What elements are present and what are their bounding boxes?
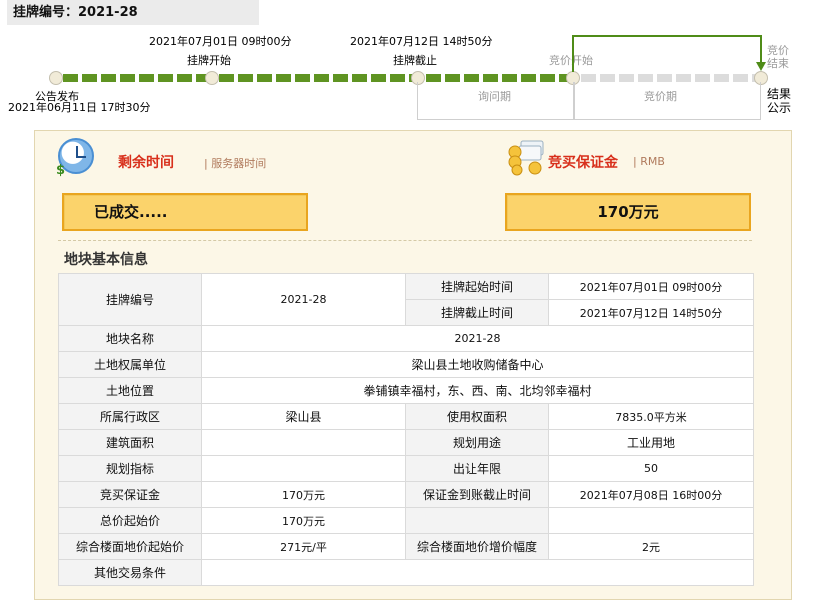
empty-value <box>548 507 754 534</box>
other-conditions-value <box>201 559 754 586</box>
start-price-label: 总价起始价 <box>58 507 202 534</box>
table-row: 其他交易条件 <box>58 559 754 586</box>
table-row: 所属行政区 梁山县 使用权面积 7835.0平方米 <box>58 403 754 430</box>
timeline-segment-inquiry <box>426 74 572 82</box>
timeline-segment-announce <box>63 74 210 82</box>
district-label: 所属行政区 <box>58 403 202 430</box>
server-time-label: | 服务器时间 <box>204 157 267 170</box>
deposit-amount-box: 170万元 <box>505 193 751 231</box>
listing-start-label: 挂牌开始 <box>187 54 231 67</box>
table-row: 竞买保证金 170万元 保证金到账截止时间 2021年07月08日 16时00分 <box>58 481 754 508</box>
other-conditions-label: 其他交易条件 <box>58 559 202 586</box>
table-row: 总价起始价 170万元 <box>58 507 754 534</box>
table-row: 综合楼面地价起始价 271元/平 综合楼面地价增价幅度 2元 <box>58 533 754 560</box>
listing-number-header: 挂牌编号：2021-28 <box>7 0 259 25</box>
building-area-value <box>201 429 406 456</box>
table-row: 土地位置 拳铺镇幸福村，东、西、南、北均邻幸福村 <box>58 377 754 404</box>
listing-no-value: 2021-28 <box>201 273 406 326</box>
plan-index-value <box>201 455 406 482</box>
listing-start-label: 挂牌起始时间 <box>405 273 549 300</box>
auction-status-box: 已成交..... <box>62 193 308 231</box>
parcel-name-label: 地块名称 <box>58 325 202 352</box>
building-area-label: 建筑面积 <box>58 429 202 456</box>
location-value: 拳铺镇幸福村，东、西、南、北均邻幸福村 <box>201 377 754 404</box>
table-row: 土地权属单位 梁山县土地收购储备中心 <box>58 351 754 378</box>
usage-value: 工业用地 <box>548 429 754 456</box>
table-row: 挂牌编号 2021-28 挂牌起始时间 2021年07月01日 09时00分 <box>58 273 754 326</box>
remaining-time-title: 剩余时间 <box>118 155 174 171</box>
progress-connector-up <box>572 35 574 72</box>
listing-start-time: 2021年07月01日 09时00分 <box>149 35 292 48</box>
listing-end-label: 挂牌截止时间 <box>405 299 549 326</box>
deposit-deadline-label: 保证金到账截止时间 <box>405 481 549 508</box>
bid-start-label: 竞价开始 <box>549 54 593 67</box>
area-label: 使用权面积 <box>405 403 549 430</box>
listing-end-label: 挂牌截止 <box>393 54 437 67</box>
section-divider <box>58 240 752 241</box>
bid-end-label: 竞价结束 <box>767 44 789 70</box>
timeline-segment-listing <box>219 74 417 82</box>
area-value: 7835.0平方米 <box>548 403 754 430</box>
parcel-info-title: 地块基本信息 <box>64 252 148 268</box>
timeline-node-listing-start <box>205 71 219 85</box>
progress-connector-down <box>760 35 762 62</box>
timeline-segment-bidding <box>581 74 759 82</box>
listing-end-time: 2021年07月12日 14时50分 <box>350 35 493 48</box>
deposit-title: 竞买保证金 <box>548 155 618 171</box>
listing-start-value: 2021年07月01日 09时00分 <box>548 273 754 300</box>
table-row: 地块名称 2021-28 <box>58 325 754 352</box>
empty-label <box>405 507 549 534</box>
term-value: 50 <box>548 455 754 482</box>
announce-time: 2021年06月11日 17时30分 <box>8 101 151 114</box>
money-icon <box>508 140 544 176</box>
floor-price-label: 综合楼面地价起始价 <box>58 533 202 560</box>
owner-label: 土地权属单位 <box>58 351 202 378</box>
progress-connector-top <box>572 35 762 37</box>
arrow-down-icon <box>756 62 766 71</box>
parcel-name-value: 2021-28 <box>201 325 754 352</box>
listing-end-value: 2021年07月12日 14时50分 <box>548 299 754 326</box>
location-label: 土地位置 <box>58 377 202 404</box>
table-row: 建筑面积 规划用途 工业用地 <box>58 429 754 456</box>
floor-price-value: 271元/平 <box>201 533 406 560</box>
currency-label: | RMB <box>633 155 665 168</box>
result-publicity-label: 结果公示 <box>767 87 792 115</box>
deposit-value: 170万元 <box>201 481 406 508</box>
owner-value: 梁山县土地收购储备中心 <box>201 351 754 378</box>
dollar-icon: $ <box>56 163 66 178</box>
table-row: 规划指标 出让年限 50 <box>58 455 754 482</box>
inquiry-period-label: 询问期 <box>478 90 511 103</box>
increment-label: 综合楼面地价增价幅度 <box>405 533 549 560</box>
bid-period-label: 竞价期 <box>644 90 677 103</box>
listing-no-label: 挂牌编号 <box>58 273 202 326</box>
deposit-label: 竞买保证金 <box>58 481 202 508</box>
parcel-info-table: 挂牌编号 2021-28 挂牌起始时间 2021年07月01日 09时00分 挂… <box>58 273 754 586</box>
district-value: 梁山县 <box>201 403 406 430</box>
deposit-deadline-value: 2021年07月08日 16时00分 <box>548 481 754 508</box>
increment-value: 2元 <box>548 533 754 560</box>
start-price-value: 170万元 <box>201 507 406 534</box>
timeline-node-announce <box>49 71 63 85</box>
usage-label: 规划用途 <box>405 429 549 456</box>
term-label: 出让年限 <box>405 455 549 482</box>
plan-index-label: 规划指标 <box>58 455 202 482</box>
